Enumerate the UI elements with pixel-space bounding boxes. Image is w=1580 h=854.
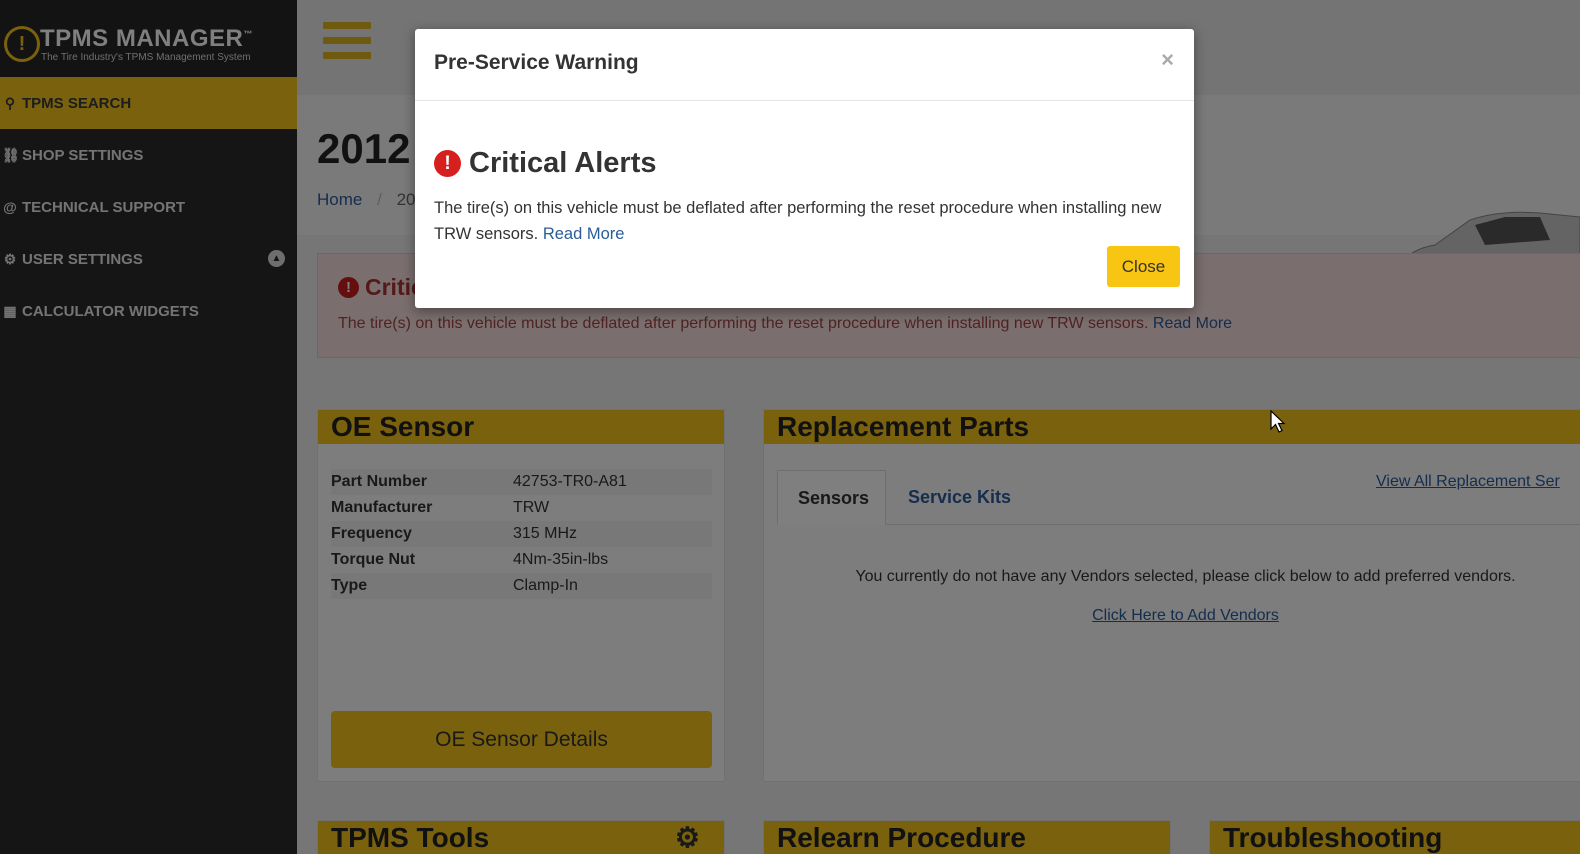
close-icon[interactable]: × xyxy=(1161,47,1174,73)
modal-title: Pre-Service Warning xyxy=(434,51,639,74)
mouse-cursor-icon xyxy=(1270,410,1286,433)
pre-service-warning-modal: Pre-Service Warning × ! Critical Alerts … xyxy=(415,29,1194,308)
critical-alerts-title: Critical Alerts xyxy=(469,147,657,179)
exclamation-icon: ! xyxy=(434,150,461,177)
read-more-link[interactable]: Read More xyxy=(543,225,625,243)
close-button[interactable]: Close xyxy=(1107,246,1180,287)
